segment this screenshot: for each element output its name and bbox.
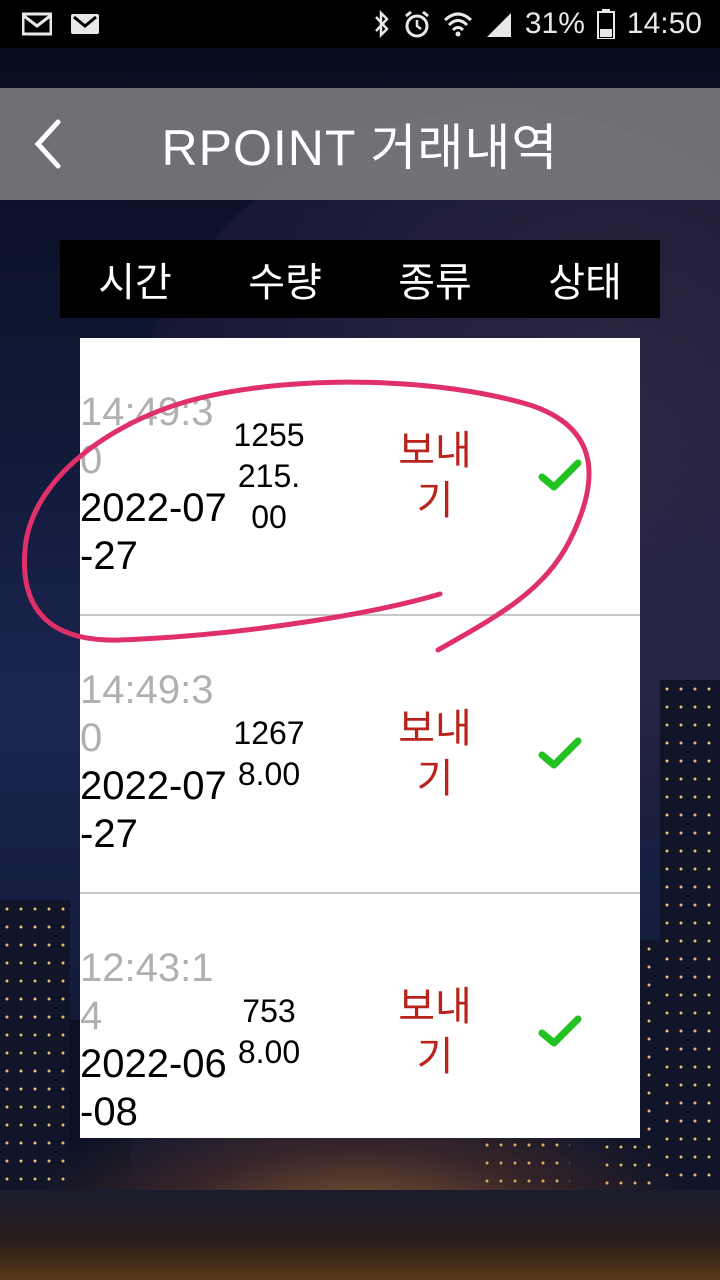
transaction-amount: 1255215.00 bbox=[233, 416, 305, 535]
column-status: 상태 bbox=[548, 260, 622, 306]
transaction-type: 보내기 bbox=[398, 706, 472, 802]
back-button[interactable] bbox=[22, 116, 72, 172]
transaction-amount: 12678.00 bbox=[233, 715, 305, 792]
transaction-row[interactable]: 14:49:30 2022-07-27 1255215.00 보내기 bbox=[80, 338, 640, 616]
column-amount: 수량 bbox=[248, 260, 322, 306]
transaction-time: 14:49:30 bbox=[80, 390, 214, 482]
signal-icon bbox=[485, 11, 513, 37]
status-cell bbox=[520, 338, 600, 614]
check-icon bbox=[538, 1015, 582, 1047]
type-cell: 보내기 bbox=[380, 338, 490, 614]
transaction-date: 2022-07-27 bbox=[80, 764, 227, 856]
transaction-row[interactable]: 14:49:30 2022-07-27 12678.00 보내기 bbox=[80, 616, 640, 894]
app-header: RPOINT 거래내역 bbox=[0, 88, 720, 200]
page-title: RPOINT 거래내역 bbox=[161, 120, 559, 176]
transaction-list[interactable]: 14:49:30 2022-07-27 1255215.00 보내기 14:49… bbox=[80, 338, 640, 1138]
status-cell bbox=[520, 894, 600, 1138]
time-cell: 12:43:14 2022-06-08 bbox=[80, 944, 230, 1136]
amount-cell: 1255215.00 bbox=[230, 338, 308, 614]
status-cell bbox=[520, 616, 600, 892]
time-cell: 14:49:30 2022-07-27 bbox=[80, 666, 230, 858]
type-cell: 보내기 bbox=[380, 894, 490, 1138]
river bbox=[0, 1190, 720, 1280]
column-type: 종류 bbox=[398, 260, 472, 306]
transaction-amount: 7538.00 bbox=[237, 993, 301, 1070]
check-icon bbox=[538, 459, 582, 491]
amount-cell: 12678.00 bbox=[230, 616, 308, 892]
bluetooth-icon bbox=[373, 9, 391, 39]
battery-percent: 31% bbox=[524, 7, 585, 40]
status-bar: 31% 14:50 bbox=[0, 0, 720, 48]
alarm-icon bbox=[403, 9, 431, 39]
chevron-left-icon bbox=[34, 119, 61, 169]
clock: 14:50 bbox=[626, 7, 702, 40]
transaction-type: 보내기 bbox=[398, 428, 472, 524]
time-cell: 14:49:30 2022-07-27 bbox=[80, 388, 230, 580]
type-cell: 보내기 bbox=[380, 616, 490, 892]
transaction-time: 14:49:30 bbox=[80, 668, 214, 760]
column-time: 시간 bbox=[98, 260, 172, 306]
transaction-date: 2022-07-27 bbox=[80, 486, 227, 578]
amount-cell: 7538.00 bbox=[230, 894, 308, 1138]
battery-icon bbox=[596, 9, 615, 39]
check-icon bbox=[538, 737, 582, 769]
email-icon bbox=[22, 12, 52, 36]
wifi-icon bbox=[443, 10, 473, 38]
gmail-icon bbox=[70, 12, 100, 36]
transaction-type: 보내기 bbox=[398, 984, 472, 1080]
transaction-date: 2022-06-08 bbox=[80, 1042, 227, 1134]
column-header: 시간 수량 종류 상태 bbox=[60, 240, 660, 318]
transaction-row[interactable]: 12:43:14 2022-06-08 7538.00 보내기 bbox=[80, 894, 640, 1138]
transaction-time: 12:43:14 bbox=[80, 946, 214, 1038]
